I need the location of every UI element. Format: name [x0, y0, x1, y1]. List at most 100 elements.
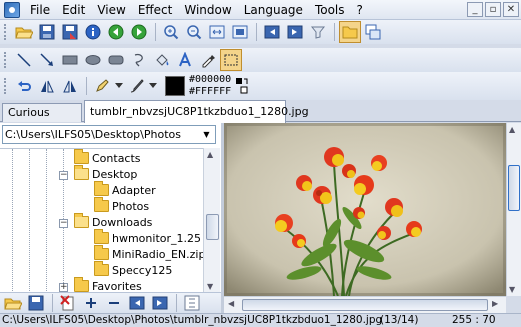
- delete-button[interactable]: [57, 292, 79, 314]
- flip-horizontal-button[interactable]: [36, 75, 58, 97]
- fullscreen-icon: [310, 26, 326, 39]
- actual-size-button[interactable]: [229, 21, 251, 43]
- folder-tree: Contacts − Desktop Adapter Photos − Down…: [0, 148, 203, 293]
- lasso-tool-button[interactable]: [128, 49, 150, 71]
- toolbar-grip[interactable]: [4, 78, 7, 94]
- collapse-icon[interactable]: −: [59, 171, 68, 180]
- prev-image-button[interactable]: [105, 21, 127, 43]
- image-horizontal-scrollbar[interactable]: ◀ ▶: [224, 296, 506, 313]
- scroll-up-icon[interactable]: ▲: [509, 125, 515, 134]
- foreground-color-swatch[interactable]: [165, 76, 185, 96]
- save-as-button[interactable]: [59, 21, 81, 43]
- line-tool-button[interactable]: [13, 49, 35, 71]
- image-horizontal-scrollbar-thumb[interactable]: [242, 299, 488, 311]
- add-button[interactable]: [80, 292, 102, 314]
- tab-tumblr-image[interactable]: tumblr_nbvzsjUC8P1tkzbduo1_1280.jpg: [84, 100, 309, 123]
- last-image-button[interactable]: [284, 21, 306, 43]
- tree-scrollbar[interactable]: ▲ ▼: [203, 148, 220, 293]
- document-tabs: Curious Cat.jpg tumblr_nbvzsjUC8P1tkzbdu…: [0, 100, 521, 136]
- chevron-down-icon[interactable]: ▼: [200, 128, 213, 141]
- open-button[interactable]: [13, 21, 35, 43]
- scroll-right-icon[interactable]: ▶: [492, 299, 498, 308]
- fullscreen-button[interactable]: [307, 21, 329, 43]
- minimize-button[interactable]: _: [467, 2, 483, 17]
- menu-help[interactable]: ?: [351, 0, 369, 20]
- expand-icon[interactable]: +: [59, 283, 68, 292]
- collapse-icon[interactable]: −: [59, 219, 68, 228]
- image-vertical-scrollbar[interactable]: ▲ ▼: [506, 123, 521, 296]
- browser-save-button[interactable]: [25, 292, 47, 314]
- tree-item-adapter[interactable]: Adapter: [94, 181, 156, 198]
- tree-item-photos[interactable]: Photos: [94, 197, 149, 214]
- zoom-in-button[interactable]: [160, 21, 182, 43]
- remove-button[interactable]: [103, 292, 125, 314]
- menu-window[interactable]: Window: [178, 0, 237, 20]
- menu-view[interactable]: View: [91, 0, 131, 20]
- scroll-down-icon[interactable]: ▼: [509, 285, 515, 294]
- next-image-button[interactable]: [128, 21, 150, 43]
- image-vertical-scrollbar-thumb[interactable]: [508, 165, 520, 211]
- scroll-left-icon[interactable]: ◀: [228, 299, 234, 308]
- path-dropdown[interactable]: C:\Users\ILFS05\Desktop\Photos ▼: [2, 125, 216, 144]
- undo-button[interactable]: [13, 75, 35, 97]
- tree-item-downloads[interactable]: Downloads: [74, 213, 152, 230]
- menu-language[interactable]: Language: [238, 0, 309, 20]
- rounded-rect-tool-button[interactable]: [105, 49, 127, 71]
- app-icon[interactable]: [4, 1, 20, 18]
- brush-dropdown-button[interactable]: [148, 75, 158, 97]
- undo-icon: [18, 81, 31, 91]
- save-as-icon: [62, 24, 78, 40]
- thumbnails-toggle-button[interactable]: [362, 21, 384, 43]
- brush-tool-button[interactable]: [125, 75, 147, 97]
- flip-vertical-button[interactable]: [59, 75, 81, 97]
- fill-tool-button[interactable]: [151, 49, 173, 71]
- info-button[interactable]: [82, 21, 104, 43]
- save-button[interactable]: [36, 21, 58, 43]
- tree-item-contacts[interactable]: Contacts: [74, 149, 141, 166]
- scroll-down-icon[interactable]: ▼: [207, 282, 213, 291]
- eyedropper-tool-button[interactable]: [197, 49, 219, 71]
- tree-item-favorites[interactable]: Favorites: [74, 277, 142, 293]
- zip-folder-icon: [94, 245, 109, 260]
- menu-edit[interactable]: Edit: [56, 0, 91, 20]
- arrow-tool-button[interactable]: [36, 49, 58, 71]
- swap-colors-button[interactable]: [235, 77, 249, 95]
- browser-prev-button[interactable]: [126, 292, 148, 314]
- tree-item-label: Favorites: [92, 279, 142, 293]
- open-folder-icon: [4, 298, 22, 310]
- toolbar-grip[interactable]: [4, 24, 7, 40]
- tree-item-miniradio[interactable]: MiniRadio_EN.zip: [94, 245, 203, 262]
- chevron-down-icon: [149, 83, 157, 88]
- pen-tool-button[interactable]: [91, 75, 113, 97]
- toolbar-grip[interactable]: [4, 52, 7, 68]
- first-image-button[interactable]: [261, 21, 283, 43]
- ellipse-tool-button[interactable]: [82, 49, 104, 71]
- zoom-in-icon: [164, 25, 179, 40]
- zoom-out-button[interactable]: [183, 21, 205, 43]
- selection-tool-button[interactable]: [220, 49, 242, 71]
- delete-file-icon: [60, 295, 74, 311]
- rectangle-tool-button[interactable]: [59, 49, 81, 71]
- menu-tools[interactable]: Tools: [309, 0, 351, 20]
- browser-open-button[interactable]: [2, 292, 24, 314]
- restore-button[interactable]: ▫: [485, 2, 501, 17]
- browser-next-button[interactable]: [149, 292, 171, 314]
- browser-toggle-button[interactable]: [339, 21, 361, 43]
- menu-file[interactable]: File: [24, 0, 56, 20]
- tree-item-hwmonitor[interactable]: hwmonitor_1.25: [94, 229, 201, 246]
- tree-item-desktop[interactable]: Desktop: [74, 165, 137, 182]
- fit-button[interactable]: [206, 21, 228, 43]
- pen-dropdown-button[interactable]: [114, 75, 124, 97]
- thumbnail-view-button[interactable]: [181, 292, 203, 314]
- menu-effect[interactable]: Effect: [132, 0, 179, 20]
- close-button[interactable]: ✕: [503, 2, 519, 17]
- text-tool-button[interactable]: [174, 49, 196, 71]
- tab-curious-cat[interactable]: Curious Cat.jpg: [2, 103, 82, 136]
- scroll-up-icon[interactable]: ▲: [207, 150, 213, 159]
- flower-photo: [224, 123, 506, 296]
- scrollbar-corner: [506, 296, 521, 313]
- folder-view-icon: [342, 26, 358, 39]
- tree-item-speccy[interactable]: Speccy125: [94, 261, 172, 278]
- tree-scrollbar-thumb[interactable]: [206, 214, 219, 240]
- image-canvas[interactable]: [224, 123, 506, 296]
